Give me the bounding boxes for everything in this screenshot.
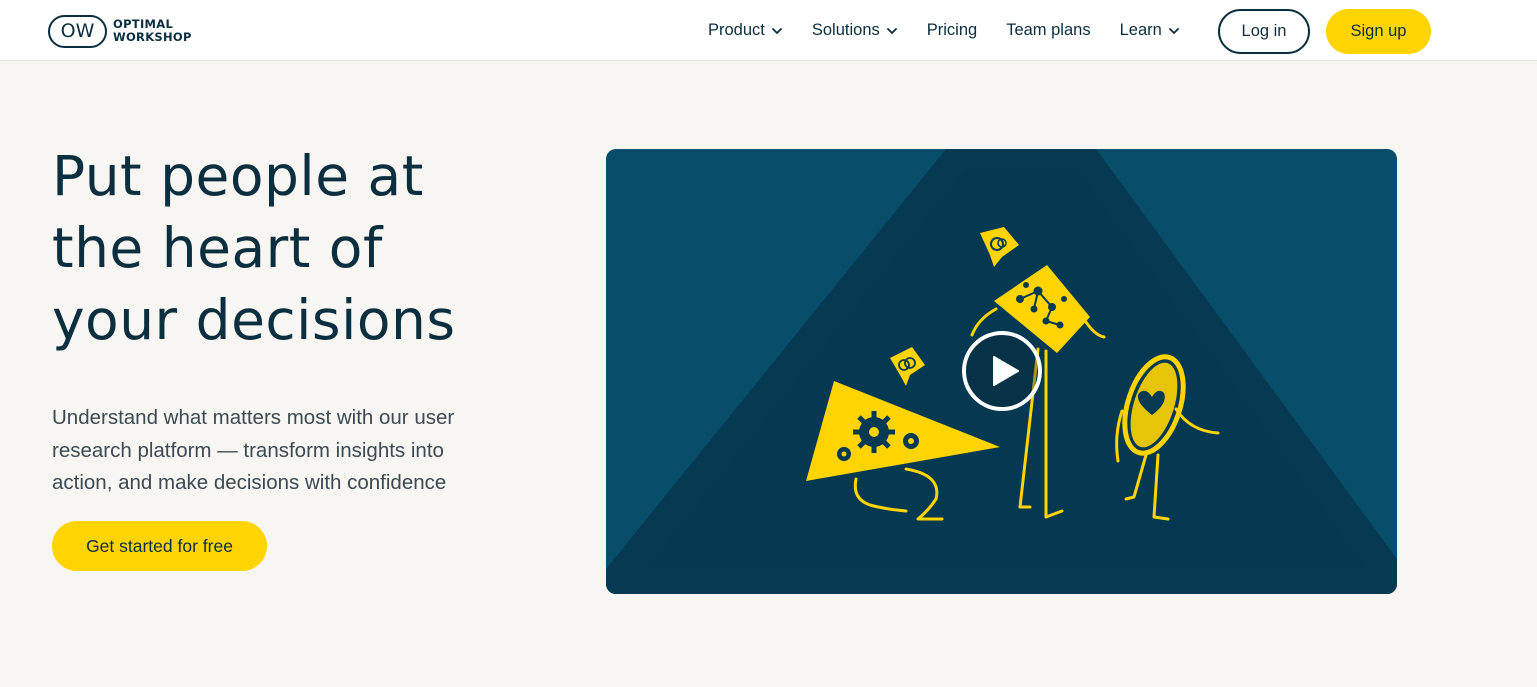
nav-item-label: Solutions [811, 21, 880, 39]
hero-subtitle-line: research platform — transform insights i… [52, 438, 444, 462]
nav-item-label: Team plans [1006, 21, 1091, 39]
nav-item-product[interactable]: Product [708, 21, 783, 40]
get-started-button[interactable]: Get started for free [52, 521, 267, 571]
hero-subtitle: Understand what matters most with our us… [52, 402, 512, 500]
chevron-down-icon [1168, 27, 1179, 34]
signup-button[interactable]: Sign up [1326, 9, 1431, 54]
nav-item-learn[interactable]: Learn [1120, 21, 1180, 40]
nav-item-label: Learn [1119, 21, 1162, 39]
logo-wordmark: OPTIMAL WORKSHOP [113, 18, 192, 44]
logo-mark: OW [48, 14, 107, 48]
hero-video[interactable] [606, 149, 1397, 594]
site-header: OW OPTIMAL WORKSHOP Product Solutions Pr… [0, 0, 1537, 61]
hero-subtitle-line: Understand what matters most with our us… [52, 406, 455, 429]
main-nav: Product Solutions Pricing Team plans Lea… [708, 0, 1209, 61]
nav-item-pricing[interactable]: Pricing [927, 21, 977, 40]
chevron-down-icon [886, 27, 897, 34]
hero-title-line: the heart of [52, 216, 383, 280]
nav-item-team-plans[interactable]: Team plans [1006, 21, 1090, 40]
chevron-down-icon [771, 27, 782, 34]
nav-item-label: Pricing [926, 21, 978, 39]
play-button[interactable] [962, 331, 1042, 411]
play-icon [993, 356, 1019, 386]
login-button[interactable]: Log in [1218, 9, 1310, 54]
nav-item-label: Product [708, 21, 765, 39]
hero-title-line: Put people at [52, 144, 424, 208]
hero-title: Put people at the heart of your decision… [52, 140, 552, 356]
logo-line-2: WORKSHOP [113, 30, 192, 44]
hero-subtitle-line: action, and make decisions with confiden… [52, 471, 447, 494]
nav-item-solutions[interactable]: Solutions [812, 21, 898, 40]
optimal-workshop-logo[interactable]: OW OPTIMAL WORKSHOP [48, 14, 192, 48]
hero-title-line: your decisions [52, 288, 456, 352]
